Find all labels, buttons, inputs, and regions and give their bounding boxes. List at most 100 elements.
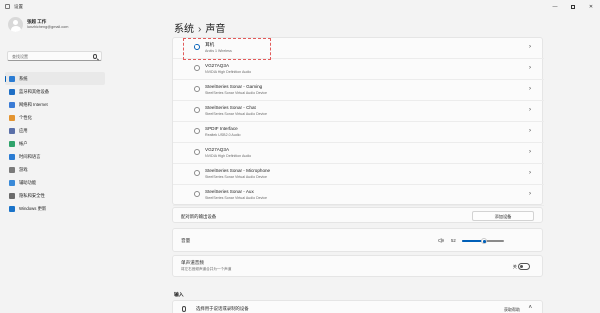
breadcrumb-parent[interactable]: 系统 bbox=[174, 24, 194, 35]
volume-label: 音量 bbox=[181, 238, 191, 243]
chevron-right-icon[interactable]: › bbox=[529, 149, 531, 155]
brush-icon bbox=[9, 114, 15, 121]
game-icon bbox=[9, 166, 15, 173]
output-device-row[interactable]: SteelSeries Sonar - Chat SteelSeries Sona… bbox=[173, 101, 544, 122]
output-device-name: SteelSeries Sonar - Chat bbox=[205, 105, 256, 110]
sidebar-item[interactable]: 应用 bbox=[5, 124, 105, 137]
chevron-right-icon[interactable]: › bbox=[529, 44, 531, 50]
chevron-right-icon[interactable]: › bbox=[529, 128, 531, 134]
sidebar-item-label: Windows 更新 bbox=[19, 206, 47, 211]
output-device-row[interactable]: SPDIF Interface Realtek USB2.0 Audio › bbox=[173, 122, 544, 143]
sidebar-item-label: 时间和语言 bbox=[19, 154, 41, 159]
output-device-radio[interactable] bbox=[194, 191, 200, 197]
output-device-radio[interactable] bbox=[194, 65, 200, 71]
chevron-right-icon[interactable]: › bbox=[529, 65, 531, 71]
output-device-list: 耳机 Arctis 1 Wireless › VG27AQ3A NVIDIA High … bbox=[172, 37, 544, 206]
mono-audio-row: 单声道音频 将左右音频声道合并为一个声道 关 bbox=[172, 255, 543, 277]
sidebar-item-label: 帐户 bbox=[19, 141, 28, 146]
chevron-up-icon[interactable]: ˄ bbox=[528, 305, 532, 311]
output-device-row[interactable]: VG27AQ3A NVIDIA High Definition Audio › bbox=[173, 143, 544, 164]
chevron-right-icon[interactable]: › bbox=[529, 107, 531, 113]
sidebar-item[interactable]: 蓝牙和其他设备 bbox=[5, 85, 105, 98]
output-device-name: SteelSeries Sonar - Microphone bbox=[205, 168, 271, 173]
sidebar-item-label: 网络和 Internet bbox=[19, 102, 48, 107]
output-device-driver: SteelSeries Sonar Virtual Audio Device bbox=[205, 175, 268, 179]
sidebar-item[interactable]: 帐户 bbox=[5, 137, 105, 150]
output-device-row[interactable]: SteelSeries Sonar - Gaming SteelSeries So… bbox=[173, 80, 544, 101]
chevron-right-icon[interactable]: › bbox=[529, 191, 531, 197]
speaker-icon[interactable] bbox=[438, 238, 444, 243]
selection-highlight bbox=[183, 38, 271, 60]
globe-icon bbox=[9, 153, 15, 160]
system-icon bbox=[9, 75, 15, 82]
sidebar-item[interactable]: 个性化 bbox=[5, 111, 105, 124]
output-device-radio[interactable] bbox=[194, 107, 200, 113]
search-input[interactable]: 查找设置 bbox=[7, 51, 102, 61]
sidebar-item-label: 蓝牙和其他设备 bbox=[19, 89, 50, 94]
pair-output-label: 配对新的输出设备 bbox=[181, 213, 217, 219]
microphone-icon bbox=[182, 306, 186, 312]
input-section-heading: 输入 bbox=[174, 293, 184, 298]
output-device-driver: SteelSeries Sonar Virtual Audio Device bbox=[205, 91, 268, 95]
mono-audio-description: 将左右音频声道合并为一个声道 bbox=[181, 267, 232, 271]
get-help-link[interactable]: 获取帮助 bbox=[504, 307, 520, 313]
mono-toggle-state: 关 bbox=[512, 264, 517, 269]
output-device-driver: NVIDIA High Definition Audio bbox=[205, 70, 252, 74]
sidebar: 张超 工作 lunzhicheng@gmail.com 查找设置 系统 蓝牙和其他… bbox=[0, 14, 160, 313]
sidebar-item[interactable]: 隐私和安全性 bbox=[5, 189, 105, 202]
search-icon[interactable] bbox=[92, 54, 97, 59]
chevron-right-icon[interactable]: › bbox=[529, 86, 531, 92]
output-device-driver: Realtek USB2.0 Audio bbox=[205, 133, 241, 137]
output-device-radio[interactable] bbox=[194, 170, 200, 176]
volume-slider-thumb[interactable] bbox=[480, 237, 487, 244]
sidebar-item[interactable]: 系统 bbox=[5, 72, 105, 85]
mono-audio-title: 单声道音频 bbox=[181, 260, 204, 265]
volume-value: 52 bbox=[451, 238, 456, 243]
input-device-row[interactable]: 选择用于说话或录制的设备 获取帮助 ˄ bbox=[172, 300, 543, 313]
output-device-row[interactable]: SteelSeries Sonar - Aux SteelSeries Sonar… bbox=[173, 185, 544, 206]
volume-row: 音量 52 bbox=[172, 228, 543, 252]
output-device-name: VG27AQ3A bbox=[205, 63, 230, 68]
sidebar-item[interactable]: 辅助功能 bbox=[5, 176, 105, 189]
chevron-right-icon[interactable]: › bbox=[529, 170, 531, 176]
add-device-button[interactable]: 添加设备 bbox=[472, 210, 534, 221]
search-placeholder: 查找设置 bbox=[12, 54, 28, 60]
sidebar-item[interactable]: Windows 更新 bbox=[5, 202, 105, 215]
close-button[interactable]: ✕ bbox=[586, 2, 596, 11]
output-device-name: SteelSeries Sonar - Gaming bbox=[205, 84, 263, 89]
avatar[interactable] bbox=[8, 17, 23, 32]
mono-audio-toggle[interactable] bbox=[518, 263, 530, 270]
sidebar-item-label: 游戏 bbox=[19, 167, 28, 172]
volume-slider[interactable] bbox=[462, 237, 504, 244]
breadcrumb-separator: › bbox=[198, 24, 202, 35]
settings-app-icon bbox=[5, 4, 10, 9]
maximize-button[interactable] bbox=[568, 2, 578, 11]
minimize-button[interactable]: — bbox=[550, 2, 560, 11]
breadcrumb: 系统 › 声音 bbox=[174, 20, 225, 35]
sidebar-item-label: 应用 bbox=[19, 128, 28, 133]
maximize-icon bbox=[571, 4, 575, 9]
update-icon bbox=[9, 205, 15, 212]
window-title: 设置 bbox=[14, 4, 23, 9]
sidebar-item-label: 个性化 bbox=[19, 115, 32, 120]
sidebar-item-label: 辅助功能 bbox=[19, 180, 37, 185]
output-device-name: SPDIF Interface bbox=[205, 126, 238, 131]
sidebar-nav: 系统蓝牙和其他设备 网络和 Internet 个性化应用帐户时间和语言游戏辅助功能隐… bbox=[5, 72, 105, 215]
network-icon bbox=[9, 101, 15, 108]
bluetooth-icon bbox=[9, 88, 15, 95]
sidebar-item[interactable]: 网络和 Internet bbox=[5, 98, 105, 111]
title-bar: 设置 — ✕ bbox=[0, 0, 600, 14]
output-device-driver: SteelSeries Sonar Virtual Audio Device bbox=[205, 196, 268, 200]
output-device-row[interactable]: VG27AQ3A NVIDIA High Definition Audio › bbox=[173, 59, 544, 80]
output-device-radio[interactable] bbox=[194, 149, 200, 155]
output-device-row[interactable]: SteelSeries Sonar - Microphone SteelSerie… bbox=[173, 164, 544, 185]
pair-new-output-row: 配对新的输出设备 添加设备 bbox=[172, 207, 543, 223]
accessibility-icon bbox=[9, 179, 15, 186]
output-device-radio[interactable] bbox=[194, 86, 200, 92]
user-email: lunzhicheng@gmail.com bbox=[27, 25, 69, 29]
sidebar-item[interactable]: 时间和语言 bbox=[5, 150, 105, 163]
output-device-radio[interactable] bbox=[194, 128, 200, 134]
sidebar-item[interactable]: 游戏 bbox=[5, 163, 105, 176]
output-device-name: VG27AQ3A bbox=[205, 147, 230, 152]
output-device-driver: SteelSeries Sonar Virtual Audio Device bbox=[205, 112, 268, 116]
